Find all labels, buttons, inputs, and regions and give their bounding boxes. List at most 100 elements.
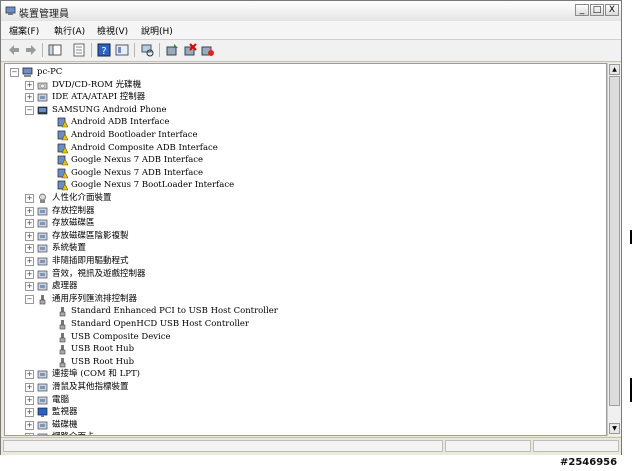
expand-toggle[interactable]: +	[25, 370, 34, 380]
console-tree-icon[interactable]	[47, 42, 63, 58]
expand-toggle[interactable]: +	[25, 80, 34, 90]
tree-category-item[interactable]: − 通用序列匯流排控制器	[5, 293, 605, 305]
warning-device-icon	[57, 130, 69, 141]
toolbar: ?	[1, 40, 621, 62]
tree-category-item[interactable]: + 連接埠 (COM 和 LPT)	[5, 368, 605, 380]
disable-icon[interactable]	[199, 42, 215, 58]
tree-item-label: IDE ATA/ATAPI 控制器	[52, 92, 146, 103]
tree-category-item[interactable]: + IDE ATA/ATAPI 控制器	[5, 91, 605, 103]
expand-toggle[interactable]: +	[25, 231, 34, 241]
expand-toggle[interactable]: +	[25, 282, 34, 292]
expand-toggle[interactable]: +	[25, 433, 34, 435]
uninstall-icon[interactable]	[182, 42, 198, 58]
expand-toggle[interactable]: +	[25, 206, 34, 216]
tree-item-label: Android Composite ADB Interface	[71, 142, 218, 153]
tree-device-item[interactable]: Google Nexus 7 ADB Interface	[5, 167, 605, 179]
tree-device-item[interactable]: USB Root Hub	[5, 356, 605, 368]
tree-category-item[interactable]: + 電腦	[5, 394, 605, 406]
maximize-button[interactable]: □	[590, 4, 604, 16]
scroll-down-button[interactable]: ▼	[609, 423, 620, 434]
tree-device-item[interactable]: Standard Enhanced PCI to USB Host Contro…	[5, 305, 605, 317]
menu-help[interactable]: 說明(H)	[141, 24, 173, 37]
tree-category-item[interactable]: + 存放磁碟區	[5, 217, 605, 229]
collapse-toggle[interactable]: −	[25, 294, 34, 304]
properties-list-icon[interactable]	[71, 42, 87, 58]
view-icon[interactable]	[114, 42, 130, 58]
tree-category-item[interactable]: + 網路介面卡	[5, 431, 605, 435]
back-icon[interactable]	[6, 42, 22, 58]
expand-toggle[interactable]: +	[25, 193, 34, 203]
tree-item-label: Standard Enhanced PCI to USB Host Contro…	[71, 306, 278, 317]
status-segment	[445, 440, 531, 452]
minimize-button[interactable]: _	[575, 4, 589, 16]
tree-category-item[interactable]: + 滑鼠及其他指標裝置	[5, 381, 605, 393]
tree-item-label: DVD/CD-ROM 光碟機	[52, 79, 142, 90]
expand-toggle[interactable]: +	[25, 93, 34, 103]
dvd-icon	[37, 80, 48, 91]
menu-file[interactable]: 檔案(F)	[9, 24, 39, 37]
tree-category-item[interactable]: + 處理器	[5, 280, 605, 292]
device-tree: − pc-PC + DVD/CD-ROM 光碟機 + IDE ATA/ATAPI 控制…	[4, 63, 607, 436]
scroll-thumb[interactable]	[609, 76, 620, 406]
tree-category-item[interactable]: + 監視器	[5, 406, 605, 418]
expand-toggle[interactable]: +	[25, 256, 34, 266]
tree-category-item[interactable]: + 人性化介面裝置	[5, 192, 605, 204]
tree-device-item[interactable]: Android ADB Interface	[5, 116, 605, 128]
menu-view[interactable]: 檢視(V)	[97, 24, 128, 37]
tree-root[interactable]: − pc-PC	[5, 66, 605, 78]
collapse-toggle[interactable]: −	[25, 105, 34, 115]
tree-item-label: 網路介面卡	[52, 431, 95, 435]
expand-toggle[interactable]: +	[25, 382, 34, 392]
update-driver-icon[interactable]	[164, 42, 180, 58]
system-device-icon	[37, 243, 48, 254]
tree-device-item[interactable]: USB Root Hub	[5, 343, 605, 355]
tree-category-item[interactable]: + 磁碟機	[5, 419, 605, 431]
tree-device-item[interactable]: Google Nexus 7 ADB Interface	[5, 154, 605, 166]
expand-toggle[interactable]: +	[25, 408, 34, 418]
tree-category-item[interactable]: + 非隨插即用驅動程式	[5, 255, 605, 267]
tree-category-item[interactable]: + 系統裝置	[5, 242, 605, 254]
scroll-up-button[interactable]: ▲	[609, 64, 620, 75]
tree-category-item[interactable]: + DVD/CD-ROM 光碟機	[5, 79, 605, 91]
tree-device-item[interactable]: Google Nexus 7 BootLoader Interface	[5, 179, 605, 191]
warning-device-icon	[57, 180, 69, 191]
tree-item-label: Android ADB Interface	[71, 117, 170, 128]
title-bar[interactable]: 裝置管理員 _ □ X	[1, 1, 621, 22]
help-icon[interactable]: ?	[96, 42, 112, 58]
root-label: pc-PC	[37, 67, 63, 77]
expand-toggle[interactable]: +	[25, 395, 34, 405]
tree-item-label: 非隨插即用驅動程式	[52, 255, 129, 266]
tree-category-item[interactable]: + 音效，視訊及遊戲控制器	[5, 268, 605, 280]
tree-category-item[interactable]: − SAMSUNG Android Phone	[5, 104, 605, 116]
device-manager-icon	[5, 6, 16, 15]
shadow-copy-icon	[37, 231, 48, 242]
vertical-scrollbar[interactable]: ▲ ▼	[607, 63, 621, 436]
computer-icon	[22, 67, 33, 77]
tree-item-label: 處理器	[52, 281, 78, 292]
tree-item-label: Android Bootloader Interface	[71, 129, 198, 140]
warning-device-icon	[57, 143, 69, 154]
phone-icon	[37, 105, 48, 116]
tree-category-item[interactable]: + 存放控制器	[5, 205, 605, 217]
toolbar-separator	[91, 43, 92, 57]
tree-device-item[interactable]: USB Composite Device	[5, 331, 605, 343]
collapse-toggle[interactable]: −	[10, 68, 19, 77]
expand-toggle[interactable]: +	[25, 219, 34, 229]
storage-controller-icon	[37, 206, 48, 217]
tree-item-label: 磁碟機	[52, 419, 78, 430]
tree-item-label: 音效，視訊及遊戲控制器	[52, 268, 146, 279]
expand-toggle[interactable]: +	[25, 269, 34, 279]
tree-device-item[interactable]: Android Bootloader Interface	[5, 129, 605, 141]
tree-device-item[interactable]: Android Composite ADB Interface	[5, 142, 605, 154]
forward-icon[interactable]	[23, 42, 39, 58]
window-title: 裝置管理員	[19, 9, 69, 20]
tree-category-item[interactable]: + 存放磁碟區陰影複製	[5, 230, 605, 242]
tree-device-item[interactable]: Standard OpenHCD USB Host Controller	[5, 318, 605, 330]
close-button[interactable]: X	[605, 4, 619, 16]
scan-hardware-icon[interactable]	[139, 42, 155, 58]
expand-toggle[interactable]: +	[25, 244, 34, 254]
expand-toggle[interactable]: +	[25, 420, 34, 430]
usb-icon	[57, 344, 68, 355]
tree-item-label: 存放磁碟區	[52, 218, 95, 229]
menu-action[interactable]: 執行(A)	[54, 24, 85, 37]
